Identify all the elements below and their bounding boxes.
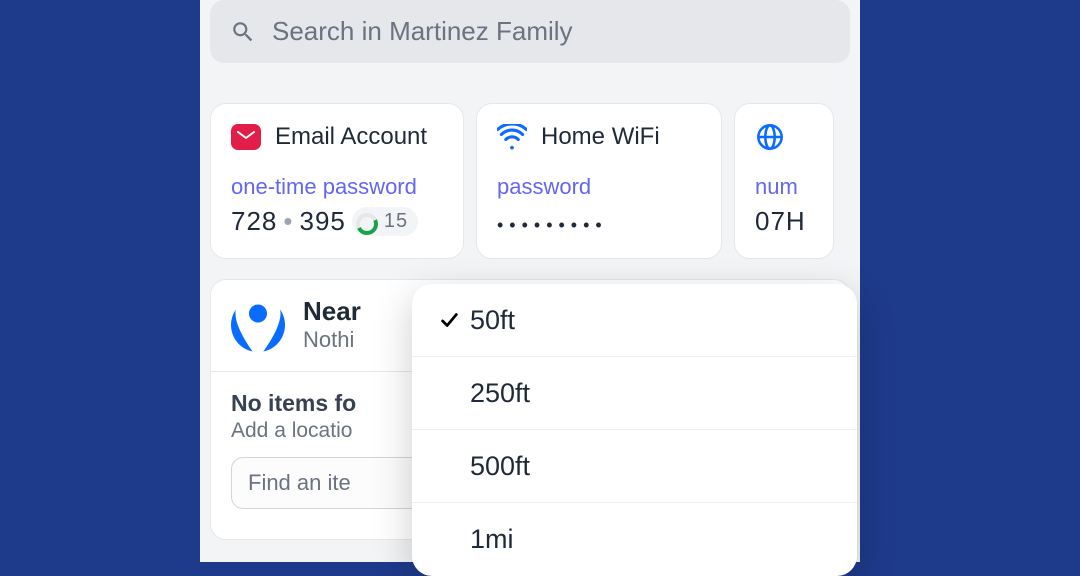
checkmark-icon [438,309,470,331]
wifi-icon [497,122,527,152]
otp-part-1: 728 [231,206,277,237]
search-icon [230,19,256,45]
dropdown-item-250ft[interactable]: 250ft [412,357,857,430]
card-field-label: one-time password [231,174,443,200]
card-title: Home WiFi [541,123,660,151]
nearby-subtitle: Nothi [303,327,361,353]
dropdown-item-label: 250ft [470,378,857,409]
card-field-label: num [755,174,813,200]
card-header [755,122,813,152]
card-field-label: password [497,174,701,200]
timer-ring-icon [356,211,378,233]
card-title: Email Account [275,123,427,151]
card-value: 07H [755,206,813,237]
dropdown-item-500ft[interactable]: 500ft [412,430,857,503]
globe-icon [755,122,785,152]
otp-part-2: 395 [300,206,346,237]
card-partial[interactable]: num 07H [734,103,834,259]
otp-value: 728 • 395 15 [231,206,443,237]
dropdown-item-label: 500ft [470,451,857,482]
card-email-account[interactable]: Email Account one-time password 728 • 39… [210,103,464,259]
card-header: Email Account [231,122,443,152]
search-placeholder: Search in Martinez Family [272,16,573,47]
dropdown-item-50ft[interactable]: 50ft [412,284,857,357]
dropdown-item-label: 50ft [470,305,857,336]
location-icon [231,298,285,352]
email-icon [231,122,261,152]
otp-separator: • [283,206,293,237]
dropdown-item-1mi[interactable]: 1mi [412,503,857,576]
otp-timer-badge: 15 [352,207,418,236]
dropdown-item-label: 1mi [470,524,857,555]
find-item-placeholder: Find an ite [248,470,351,495]
nearby-title: Near [303,296,361,327]
cards-row: Email Account one-time password 728 • 39… [210,103,850,259]
distance-dropdown: 50ft 250ft 500ft 1mi [412,284,857,576]
password-value-masked: ••••••••• [497,206,701,238]
nearby-title-area: Near Nothi [303,296,361,353]
search-input[interactable]: Search in Martinez Family [210,0,850,63]
timer-count: 15 [384,210,408,233]
card-header: Home WiFi [497,122,701,152]
card-home-wifi[interactable]: Home WiFi password ••••••••• [476,103,722,259]
